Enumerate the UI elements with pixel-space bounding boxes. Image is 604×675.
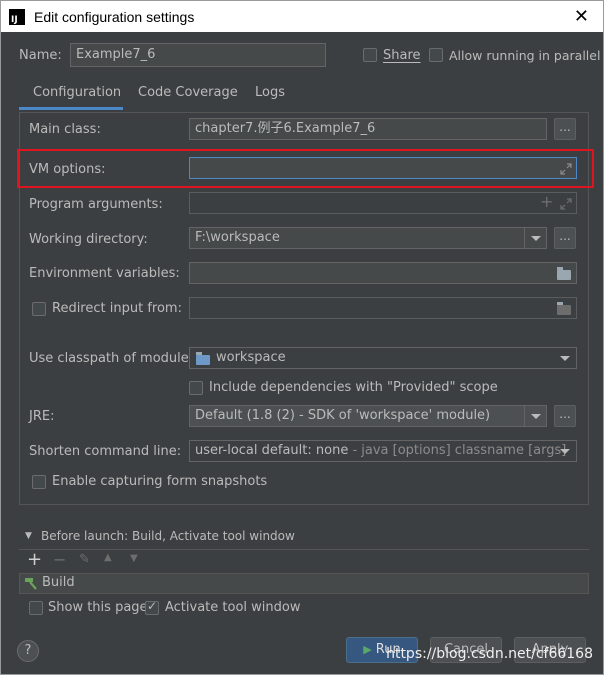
vm-options-input[interactable] <box>189 157 577 179</box>
enable-snapshots-checkbox[interactable] <box>32 475 46 489</box>
main-class-input[interactable]: chapter7.例子6.Example7_6 <box>189 118 547 140</box>
build-task-label: Build <box>42 575 75 590</box>
chevron-down-icon[interactable] <box>524 228 546 248</box>
share-label: Share <box>383 48 421 63</box>
folder-icon-redirect[interactable] <box>557 302 571 315</box>
working-directory-label: Working directory: <box>29 232 148 247</box>
program-arguments-input[interactable] <box>189 192 577 214</box>
environment-variables-label: Environment variables: <box>29 266 180 281</box>
expand-icon[interactable] <box>560 163 572 175</box>
window-title: Edit configuration settings <box>34 8 195 25</box>
classpath-module-select[interactable]: workspace <box>189 347 577 369</box>
chevron-down-icon-jre[interactable] <box>524 406 546 426</box>
working-directory-browse-button[interactable]: ... <box>554 227 576 249</box>
shorten-command-line-hint: - java [options] classname [args] <box>348 443 567 458</box>
expand-icon-program-args[interactable] <box>560 198 572 210</box>
tab-code-coverage[interactable]: Code Coverage <box>128 82 240 110</box>
before-launch-header: Before launch: Build, Activate tool wind… <box>41 529 295 543</box>
working-directory-input[interactable]: F:\workspace <box>189 227 547 249</box>
redirect-input-field[interactable] <box>189 297 577 319</box>
add-icon[interactable]: + <box>27 549 42 570</box>
working-directory-value: F:\workspace <box>195 230 280 245</box>
play-icon: ▶ <box>363 643 372 656</box>
shorten-command-line-value: user-local default: none <box>195 443 349 458</box>
allow-parallel-label: Allow running in parallel <box>449 48 601 63</box>
vm-options-label: VM options: <box>29 162 106 177</box>
move-up-icon[interactable]: ▲ <box>104 552 112 563</box>
include-dependencies-checkbox[interactable] <box>189 381 203 395</box>
before-launch-list: Build <box>19 573 589 594</box>
activate-tool-window-label: Activate tool window <box>165 600 301 615</box>
watermark-text: https://blog.csdn.net/cf66168 <box>386 646 593 662</box>
tab-logs[interactable]: Logs <box>245 82 295 110</box>
classpath-module-value: workspace <box>216 350 286 365</box>
chevron-down-icon-shorten[interactable] <box>554 441 576 461</box>
close-icon[interactable]: ✕ <box>574 6 589 27</box>
shorten-command-line-select[interactable]: user-local default: none - java [options… <box>189 440 577 462</box>
move-down-icon[interactable]: ▼ <box>130 553 138 564</box>
dialog-content: Name: Example7_6 Share Allow running in … <box>0 32 604 675</box>
title-bar: IJ Edit configuration settings ✕ <box>0 0 604 32</box>
list-item[interactable]: Build <box>20 574 588 593</box>
remove-icon[interactable]: − <box>53 550 66 569</box>
chevron-down-icon-module[interactable] <box>554 348 576 368</box>
program-arguments-label: Program arguments: <box>29 197 163 212</box>
shorten-command-line-label: Shorten command line: <box>29 444 182 459</box>
name-label: Name: <box>19 48 62 63</box>
tab-code-coverage-label: Code Coverage <box>138 85 238 100</box>
add-macro-icon[interactable]: + <box>540 192 553 211</box>
jre-browse-button[interactable]: ... <box>554 405 576 427</box>
show-this-page-checkbox[interactable] <box>29 601 43 615</box>
tab-logs-label: Logs <box>255 85 285 100</box>
jre-value: Default (1.8 (2) - SDK of 'workspace' mo… <box>195 408 491 423</box>
name-input[interactable]: Example7_6 <box>70 43 326 67</box>
folder-icon[interactable] <box>557 267 571 280</box>
help-button[interactable]: ? <box>17 640 39 662</box>
classpath-module-label: Use classpath of module: <box>29 351 194 366</box>
jre-select[interactable]: Default (1.8 (2) - SDK of 'workspace' mo… <box>189 405 547 427</box>
module-folder-icon <box>196 352 210 365</box>
show-this-page-label: Show this page <box>48 600 148 615</box>
redirect-input-checkbox[interactable] <box>32 302 46 316</box>
divider <box>19 549 589 550</box>
hammer-icon <box>25 578 37 590</box>
tab-configuration-label: Configuration <box>33 85 122 100</box>
jre-label: JRE: <box>29 409 55 424</box>
edit-pencil-icon[interactable]: ✎ <box>79 552 90 567</box>
allow-parallel-checkbox[interactable] <box>429 48 443 62</box>
activate-tool-window-checkbox[interactable] <box>145 599 159 615</box>
environment-variables-input[interactable] <box>189 262 577 284</box>
intellij-app-icon: IJ <box>9 8 25 25</box>
main-class-browse-button[interactable]: ... <box>554 118 576 140</box>
redirect-input-label: Redirect input from: <box>52 301 182 316</box>
include-dependencies-label: Include dependencies with "Provided" sco… <box>209 380 498 395</box>
share-checkbox[interactable] <box>363 48 377 62</box>
enable-snapshots-label: Enable capturing form snapshots <box>52 474 268 489</box>
collapse-triangle-icon[interactable]: ▼ <box>25 531 32 541</box>
tab-configuration[interactable]: Configuration <box>19 82 123 110</box>
main-class-label: Main class: <box>29 122 101 137</box>
